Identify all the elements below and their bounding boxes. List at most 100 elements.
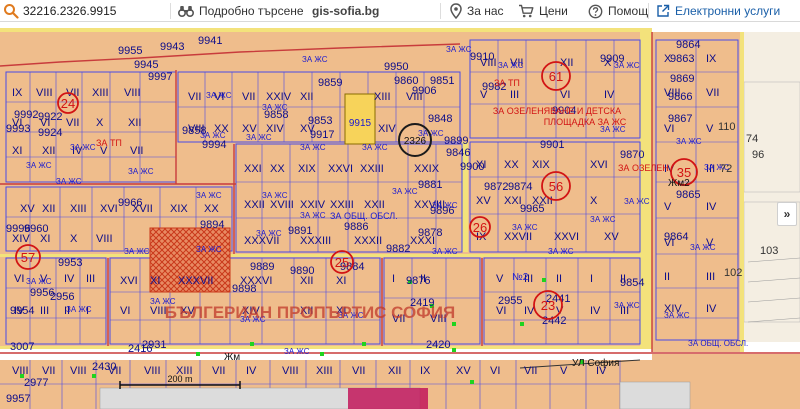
parcel-number[interactable]: 9894	[200, 219, 224, 231]
about-label: За нас	[467, 4, 504, 18]
parcel-number[interactable]: 9865	[676, 189, 700, 201]
tree-marker	[470, 380, 474, 384]
parcel-number[interactable]: 9965	[520, 203, 544, 215]
parcel-number[interactable]: 9900	[460, 161, 484, 173]
parcel-number[interactable]: 9993	[6, 123, 30, 135]
parcel-number[interactable]: 110	[718, 121, 736, 133]
parcel-number[interactable]: 103	[760, 245, 778, 257]
zhs-label: ЗА ЖС	[200, 131, 226, 140]
parcel-number[interactable]: 9950	[384, 61, 408, 73]
parcel-number[interactable]: 9881	[418, 179, 442, 191]
parcel-number[interactable]: 9922	[38, 111, 62, 123]
parcel-number[interactable]: 9994	[202, 139, 226, 151]
parcel-number[interactable]: 9953	[58, 257, 82, 269]
parcel-number[interactable]: 9882	[386, 243, 410, 255]
svg-text:III: III	[86, 273, 95, 285]
parcel-number[interactable]: 9997	[148, 71, 172, 83]
parcel-number[interactable]: 9924	[38, 127, 62, 139]
parcel-number[interactable]: 9876	[406, 275, 430, 287]
parcel-number[interactable]: 9869	[670, 73, 694, 85]
parcel-number[interactable]: 9966	[118, 197, 142, 209]
parcel-number[interactable]: 2955	[498, 295, 522, 307]
svg-text:XVIII: XVIII	[270, 199, 294, 211]
parcel-number[interactable]: 9874	[508, 181, 532, 193]
parcel-number[interactable]: 9846	[446, 147, 470, 159]
parcel-number[interactable]: 9954	[10, 305, 34, 317]
parcel-number[interactable]: 9906	[412, 85, 436, 97]
search-input[interactable]	[23, 4, 153, 18]
detail-search-button[interactable]: Подробно търсене	[178, 0, 304, 22]
svg-text:XVI: XVI	[590, 159, 608, 171]
cadastral-map[interactable]: 9915 2326 IX VIII VII XIII VIII VI VI VI…	[0, 22, 800, 409]
parcel-number[interactable]: 2430	[92, 361, 116, 373]
parcel-number[interactable]: 74	[746, 133, 758, 145]
parcel-number[interactable]: 9943	[160, 41, 184, 53]
parcel-number[interactable]: 96	[752, 149, 764, 161]
eservices-link[interactable]: Електронни услуги	[656, 0, 780, 22]
block-number-circle[interactable]: 26	[469, 216, 491, 238]
parcel-number[interactable]: 9917	[310, 129, 334, 141]
block-number-circle[interactable]: 24	[57, 92, 79, 114]
parcel-number[interactable]: 9899	[444, 135, 468, 147]
search-field[interactable]	[0, 0, 160, 22]
parcel-number[interactable]: 9853	[308, 115, 332, 127]
parcel-number[interactable]: 2416	[128, 343, 152, 355]
parcel-number[interactable]: 9957	[6, 393, 30, 405]
parcel-number[interactable]: 9870	[620, 149, 644, 161]
parcel-number[interactable]: 102	[724, 267, 742, 279]
svg-text:X: X	[70, 233, 78, 245]
block-number-label: 61	[549, 69, 563, 84]
parcel-number[interactable]: 9859	[318, 77, 342, 89]
svg-text:VIII: VIII	[124, 87, 141, 99]
parcel-number[interactable]: 72	[720, 163, 732, 175]
svg-text:VII: VII	[706, 87, 719, 99]
parcel-number[interactable]: 9889	[250, 261, 274, 273]
parcel-number[interactable]: 9854	[620, 277, 644, 289]
parcel-number[interactable]: 2420	[426, 339, 450, 351]
pan-right-button[interactable]: »	[777, 202, 797, 226]
parcel-number[interactable]: 9848	[428, 113, 452, 125]
help-link[interactable]: Помощ	[588, 0, 648, 22]
parcel-number[interactable]: 9864	[664, 231, 688, 243]
search-icon[interactable]	[3, 3, 19, 19]
about-link[interactable]: За нас	[450, 0, 504, 22]
tree-marker	[520, 322, 524, 326]
parcel-number[interactable]: 9960	[24, 223, 48, 235]
green-zone-label-1: ЗА ОЗЕЛЕНЯВАНЕ И ДЕТСКА	[493, 106, 621, 116]
parcel-number[interactable]: 9878	[418, 227, 442, 239]
road-yellow-upper	[0, 28, 652, 32]
east-vertical-road	[740, 32, 744, 352]
parcel-number[interactable]: 9872	[484, 181, 508, 193]
svg-text:XI: XI	[12, 145, 22, 157]
parcel-number[interactable]: 9992	[14, 109, 38, 121]
parcel-number[interactable]: 9864	[676, 39, 700, 51]
parcel-number[interactable]: 9866	[668, 91, 692, 103]
parcel-number[interactable]: 9901	[540, 139, 564, 151]
parcel-number[interactable]: 9891	[288, 225, 312, 237]
parcel-number[interactable]: 9941	[198, 35, 222, 47]
svg-text:II: II	[664, 271, 670, 283]
parcel-number[interactable]: 3007	[10, 341, 34, 353]
brand-link[interactable]: gis-sofia.bg	[312, 0, 379, 22]
zhs-label: ЗА ЖС	[196, 191, 222, 200]
parcel-number[interactable]: 9890	[290, 265, 314, 277]
zhs-label: ЗА ЖС	[26, 161, 52, 170]
parcel-number[interactable]: 9910	[470, 51, 494, 63]
svg-text:XIX: XIX	[298, 163, 316, 175]
parcel-number[interactable]: 2977	[24, 377, 48, 389]
block-number-label: 23	[541, 298, 555, 313]
prices-link[interactable]: Цени	[518, 0, 568, 22]
parcel-number[interactable]: 9898	[232, 283, 256, 295]
parcel-number[interactable]: 9955	[118, 45, 142, 57]
obsh-obsl-label: ЗА ОБЩ. ОБСЛ.	[330, 211, 398, 221]
svg-text:XIII: XIII	[316, 365, 333, 377]
parcel-number[interactable]: 9945	[134, 59, 158, 71]
green-zone-label-2: ПЛОЩАДКА ЗА ЖС	[544, 117, 627, 127]
parcel-number[interactable]: 9886	[344, 221, 368, 233]
parcel-number[interactable]: 9867	[668, 113, 692, 125]
parcel-number[interactable]: 2956	[50, 291, 74, 303]
road-yellow-east	[640, 32, 652, 348]
block-number-label: 26	[473, 220, 487, 235]
parcel-number[interactable]: 9863	[670, 53, 694, 65]
svg-text:XXIII: XXIII	[360, 163, 384, 175]
